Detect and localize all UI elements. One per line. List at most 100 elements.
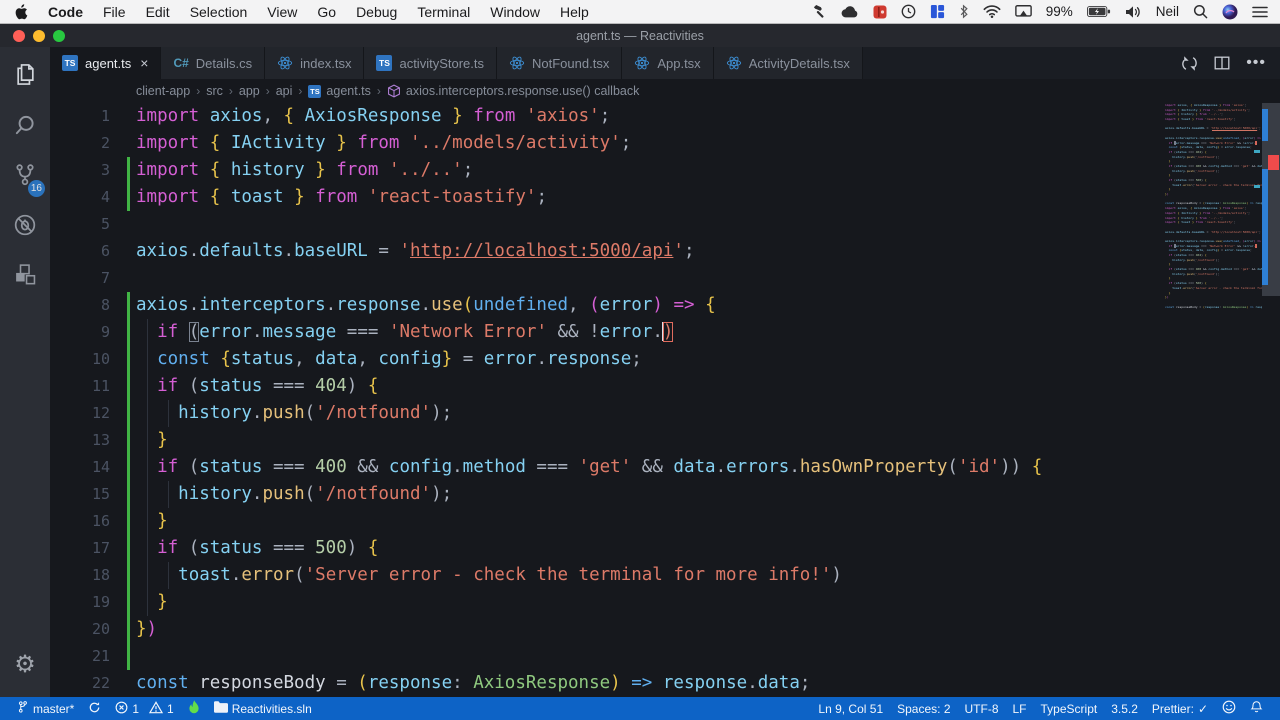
problems-status[interactable]: 1 1 [108,697,180,720]
tab-activitydetails-tsx[interactable]: ActivityDetails.tsx [713,47,863,79]
code-line-2[interactable]: 2 import { IActivity } from '../models/ac… [50,130,1165,157]
code-line-12[interactable]: 12 history.push('/notfound'); [50,400,1165,427]
tab-details-cs[interactable]: C# Details.cs [161,47,266,79]
siri-icon[interactable] [1222,4,1238,20]
line-number: 5 [100,215,110,233]
code-line-15[interactable]: 15 history.push('/notfound'); [50,481,1165,508]
breadcrumb-src[interactable]: src [206,84,223,98]
code-line-4[interactable]: 4 import { toast } from 'react-toastify'; [50,184,1165,211]
code-line-11[interactable]: 11 if (status === 404) { [50,373,1165,400]
split-editor-icon[interactable] [1214,55,1230,71]
minimize-window-button[interactable] [33,30,45,42]
code-line-3[interactable]: 3 import { history } from '../..'; [50,157,1165,184]
code-line-8[interactable]: 8 axios.interceptors.response.use(undefin… [50,292,1165,319]
battery-icon[interactable] [1086,5,1111,18]
activity-bar-extensions[interactable] [0,252,50,302]
code-line-16[interactable]: 16 } [50,508,1165,535]
code-editor[interactable]: 1 import axios, { AxiosResponse } from 'a… [50,103,1280,697]
typescript-version-status[interactable]: 3.5.2 [1104,697,1145,720]
code-line-9[interactable]: 9 if (error.message === 'Network Error' … [50,319,1165,346]
react-file-icon [726,55,742,71]
menu-go[interactable]: Go [307,0,346,24]
menu-selection[interactable]: Selection [180,0,258,24]
menu-file[interactable]: File [93,0,136,24]
open-changes-icon[interactable] [1181,55,1198,72]
gear-icon: ⚙ [14,650,36,678]
zoom-window-button[interactable] [53,30,65,42]
omnisharp-flame-button[interactable] [181,697,207,720]
code-line-17[interactable]: 17 if (status === 500) { [50,535,1165,562]
code-line-13[interactable]: 13 } [50,427,1165,454]
breadcrumb-api[interactable]: api [276,84,293,98]
cursor-position-status[interactable]: Ln 9, Col 51 [811,697,890,720]
formatter-status[interactable]: Prettier: ✓ [1145,697,1215,720]
breadcrumb-symbol[interactable]: axios.interceptors.response.use() callba… [387,84,639,98]
line-number: 2 [100,134,110,152]
code-text: import axios, { AxiosResponse } from 'ax… [136,106,611,126]
wifi-icon[interactable] [983,5,1001,18]
solution-selector[interactable]: Reactivities.sln [207,697,319,720]
tab-activitystore-ts[interactable]: TS activityStore.ts [364,47,497,79]
apple-menu-icon[interactable] [14,3,28,20]
activity-bar-settings[interactable]: ⚙ [0,639,50,689]
scrollbar[interactable] [1262,103,1280,697]
menu-debug[interactable]: Debug [346,0,407,24]
bluetooth-icon[interactable] [959,4,969,19]
tab-label: NotFound.tsx [532,55,610,71]
git-sync-button[interactable] [81,697,108,720]
hammer-icon[interactable] [812,4,827,19]
feedback-smiley-button[interactable] [1215,697,1243,720]
activity-bar-source-control[interactable]: 16 [0,152,50,202]
fast-user-switch-label[interactable]: Neil [1156,4,1179,19]
menu-window[interactable]: Window [480,0,550,24]
breadcrumb-app[interactable]: app [239,84,260,98]
more-actions-icon[interactable]: ••• [1246,55,1266,71]
code-line-22[interactable]: 22 const responseBody = (response: AxiosR… [50,670,1165,697]
notifications-bell-button[interactable] [1243,697,1270,720]
code-line-5[interactable]: 5 [50,211,1165,238]
tab-app-tsx[interactable]: App.tsx [622,47,714,79]
code-line-1[interactable]: 1 import axios, { AxiosResponse } from 'a… [50,103,1165,130]
tiles-icon[interactable] [930,4,945,19]
menu-code[interactable]: Code [38,0,93,24]
code-line-21[interactable]: 21 [50,643,1165,670]
code-line-6[interactable]: 6 axios.defaults.baseURL = 'http://localh… [50,238,1165,265]
tab-agent-ts[interactable]: TS agent.ts × [50,47,162,79]
encoding-status[interactable]: UTF-8 [958,697,1006,720]
code-line-18[interactable]: 18 toast.error('Server error - check the… [50,562,1165,589]
activity-bar-debug[interactable] [0,202,50,252]
modified-line-gutter-marker [127,454,130,481]
menu-edit[interactable]: Edit [136,0,180,24]
language-mode-status[interactable]: TypeScript [1034,697,1105,720]
scm-changes-badge: 16 [27,180,45,197]
spotlight-search-icon[interactable] [1193,4,1208,19]
activity-bar-explorer[interactable] [0,52,50,102]
code-line-19[interactable]: 19 } [50,589,1165,616]
breadcrumb-file[interactable]: TS agent.ts [308,84,371,98]
volume-icon[interactable] [1125,5,1142,19]
git-branch-status[interactable]: master* [10,697,81,720]
menu-terminal[interactable]: Terminal [407,0,480,24]
breadcrumb-client-app[interactable]: client-app [136,84,190,98]
minimap[interactable]: import axios, { AxiosResponse } from 'ax… [1165,103,1262,697]
close-window-button[interactable] [13,30,25,42]
tab-notfound-tsx[interactable]: NotFound.tsx [497,47,623,79]
indentation-status[interactable]: Spaces: 2 [890,697,957,720]
code-line-20[interactable]: 20}) [50,616,1165,643]
notification-center-icon[interactable] [1252,6,1268,18]
code-line-10[interactable]: 10 const {status, data, config} = error.… [50,346,1165,373]
clock-icon[interactable] [901,4,916,19]
eol-status[interactable]: LF [1006,697,1034,720]
tab-index-tsx[interactable]: index.tsx [265,47,365,79]
menu-help[interactable]: Help [550,0,599,24]
eol-label: LF [1012,701,1027,716]
close-tab-icon[interactable]: × [140,56,148,70]
code-line-14[interactable]: 14 if (status === 400 && config.method =… [50,454,1165,481]
csharp-file-icon: C# [173,56,189,70]
cloud-icon[interactable] [841,5,859,18]
menu-view[interactable]: View [257,0,307,24]
code-line-7[interactable]: 7 [50,265,1165,292]
keyframe-icon[interactable] [873,5,887,19]
activity-bar-search[interactable] [0,102,50,152]
display-icon[interactable] [1014,5,1032,18]
